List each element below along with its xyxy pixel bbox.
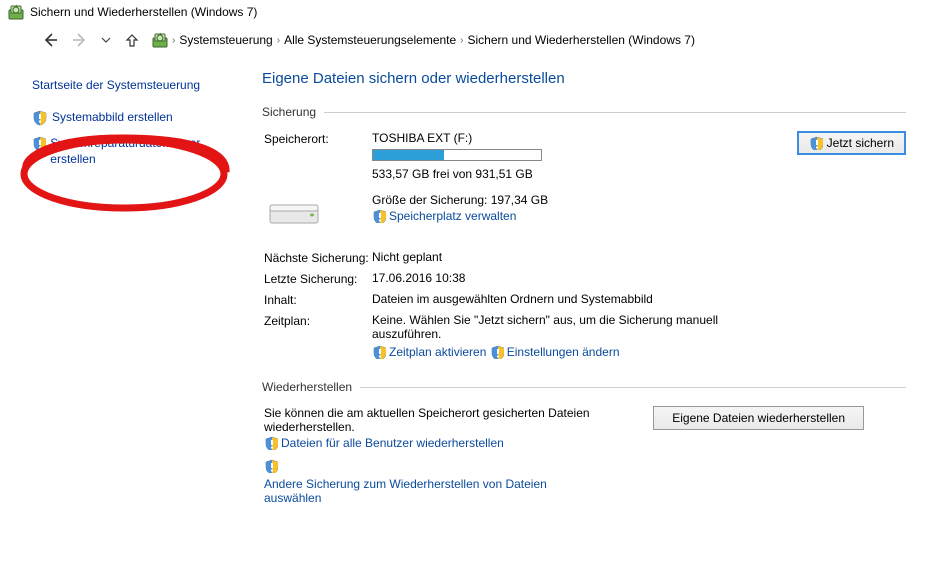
change-settings-label: Einstellungen ändern bbox=[507, 345, 620, 359]
restore-all-users-link[interactable]: Dateien für alle Benutzer wiederherstell… bbox=[264, 436, 504, 450]
activate-schedule-label: Zeitplan aktivieren bbox=[389, 345, 486, 359]
space-free-text: 533,57 GB frei von 931,51 GB bbox=[372, 167, 716, 181]
backup-size-text: Größe der Sicherung: 197,34 GB bbox=[372, 193, 716, 207]
next-backup-value: Nicht geplant bbox=[372, 250, 732, 264]
shield-icon bbox=[809, 136, 823, 150]
divider bbox=[360, 387, 906, 388]
breadcrumb-item[interactable]: Sichern und Wiederherstellen (Windows 7) bbox=[468, 33, 695, 47]
restore-all-users-label: Dateien für alle Benutzer wiederherstell… bbox=[281, 436, 504, 450]
next-backup-label: Nächste Sicherung: bbox=[262, 250, 372, 265]
divider bbox=[324, 112, 906, 113]
drive-icon bbox=[264, 194, 324, 234]
nav-back-button[interactable] bbox=[40, 30, 60, 50]
group-backup-label: Sicherung bbox=[262, 105, 316, 119]
backup-now-button[interactable]: Jetzt sichern bbox=[797, 131, 906, 155]
chevron-right-icon: › bbox=[277, 35, 280, 46]
breadcrumb-root-icon bbox=[152, 32, 168, 48]
shield-icon bbox=[32, 136, 46, 152]
content: Eigene Dateien sichern oder wiederherste… bbox=[238, 60, 936, 533]
title-bar: Sichern und Wiederherstellen (Windows 7) bbox=[0, 0, 936, 24]
last-backup-value: 17.06.2016 10:38 bbox=[372, 271, 732, 285]
schedule-label: Zeitplan: bbox=[262, 313, 372, 328]
drive-name: TOSHIBA EXT (F:) bbox=[372, 131, 716, 145]
change-settings-link[interactable]: Einstellungen ändern bbox=[490, 345, 620, 359]
chevron-right-icon: › bbox=[460, 35, 463, 46]
shield-icon bbox=[490, 345, 504, 359]
nav-bar: › Systemsteuerung › Alle Systemsteuerung… bbox=[0, 24, 936, 60]
shield-icon bbox=[32, 110, 48, 126]
shield-icon bbox=[372, 345, 386, 359]
manage-space-label: Speicherplatz verwalten bbox=[389, 209, 516, 223]
nav-forward-button[interactable] bbox=[70, 30, 90, 50]
page-heading: Eigene Dateien sichern oder wiederherste… bbox=[262, 70, 906, 87]
nav-up-button[interactable] bbox=[122, 30, 142, 50]
sidebar-item-create-repair-disk[interactable]: Systemreparaturdatenträger erstellen bbox=[32, 136, 228, 167]
last-backup-label: Letzte Sicherung: bbox=[262, 271, 372, 286]
space-progress bbox=[372, 149, 542, 161]
shield-icon bbox=[264, 459, 278, 473]
chevron-right-icon: › bbox=[172, 35, 175, 46]
restore-own-files-label: Eigene Dateien wiederherstellen bbox=[672, 411, 845, 425]
backup-now-label: Jetzt sichern bbox=[827, 136, 894, 150]
breadcrumb-item[interactable]: Systemsteuerung bbox=[179, 33, 272, 47]
app-icon bbox=[8, 4, 24, 20]
sidebar-item-label: Systemreparaturdatenträger erstellen bbox=[50, 136, 228, 167]
sidebar-home-link[interactable]: Startseite der Systemsteuerung bbox=[32, 78, 228, 92]
location-label: Speicherort: bbox=[262, 131, 372, 146]
group-restore: Wiederherstellen Sie können die am aktue… bbox=[262, 380, 906, 505]
nav-recent-dropdown[interactable] bbox=[100, 30, 112, 50]
shield-icon bbox=[264, 436, 278, 450]
shield-icon bbox=[372, 209, 386, 223]
breadcrumb[interactable]: › Systemsteuerung › Alle Systemsteuerung… bbox=[152, 32, 896, 48]
restore-own-files-button[interactable]: Eigene Dateien wiederherstellen bbox=[653, 406, 864, 430]
activate-schedule-link[interactable]: Zeitplan aktivieren bbox=[372, 345, 486, 359]
sidebar: Startseite der Systemsteuerung Systemabb… bbox=[0, 60, 238, 533]
schedule-value: Keine. Wählen Sie "Jetzt sichern" aus, u… bbox=[372, 313, 732, 341]
restore-text: Sie können die am aktuellen Speicherort … bbox=[264, 406, 604, 434]
window-title: Sichern und Wiederherstellen (Windows 7) bbox=[30, 5, 257, 19]
breadcrumb-item[interactable]: Alle Systemsteuerungselemente bbox=[284, 33, 456, 47]
group-backup: Sicherung Speicherort: TOSHIBA EXT (F:) … bbox=[262, 105, 906, 362]
sidebar-item-create-image[interactable]: Systemabbild erstellen bbox=[32, 110, 228, 126]
group-restore-label: Wiederherstellen bbox=[262, 380, 352, 394]
content-value: Dateien im ausgewählten Ordnern und Syst… bbox=[372, 292, 732, 306]
sidebar-item-label: Systemabbild erstellen bbox=[52, 110, 173, 126]
content-label: Inhalt: bbox=[262, 292, 372, 307]
other-restore-link[interactable]: Andere Sicherung zum Wiederherstellen vo… bbox=[264, 477, 604, 505]
manage-space-link[interactable]: Speicherplatz verwalten bbox=[372, 209, 516, 223]
